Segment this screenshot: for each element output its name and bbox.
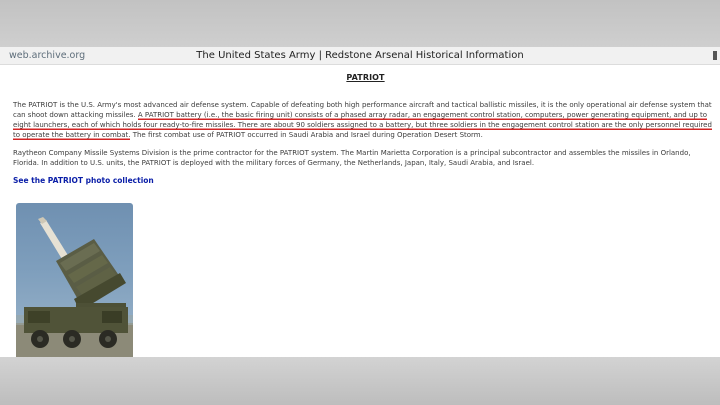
bottom-frame (0, 357, 720, 405)
page-title: The United States Army | Redstone Arsena… (196, 50, 524, 61)
menu-icon[interactable] (713, 51, 717, 60)
article-content: PATRIOT The PATRIOT is the U.S. Army's m… (13, 64, 718, 185)
browser-window: web.archive.org The United States Army |… (0, 47, 720, 357)
paragraph-1-end: The first combat use of PATRIOT occurred… (130, 131, 483, 139)
article-heading: PATRIOT (346, 73, 385, 82)
patriot-photo-image (16, 217, 133, 357)
top-frame (0, 0, 720, 47)
paragraph-2: Raytheon Company Missile Systems Divisio… (13, 149, 691, 167)
address-bar[interactable]: web.archive.org The United States Army |… (0, 47, 720, 65)
patriot-launcher-photo[interactable] (16, 203, 133, 357)
paragraph-1: The PATRIOT is the U.S. Army's most adva… (13, 100, 718, 140)
photo-collection-link[interactable]: See the PATRIOT photo collection (13, 176, 718, 185)
